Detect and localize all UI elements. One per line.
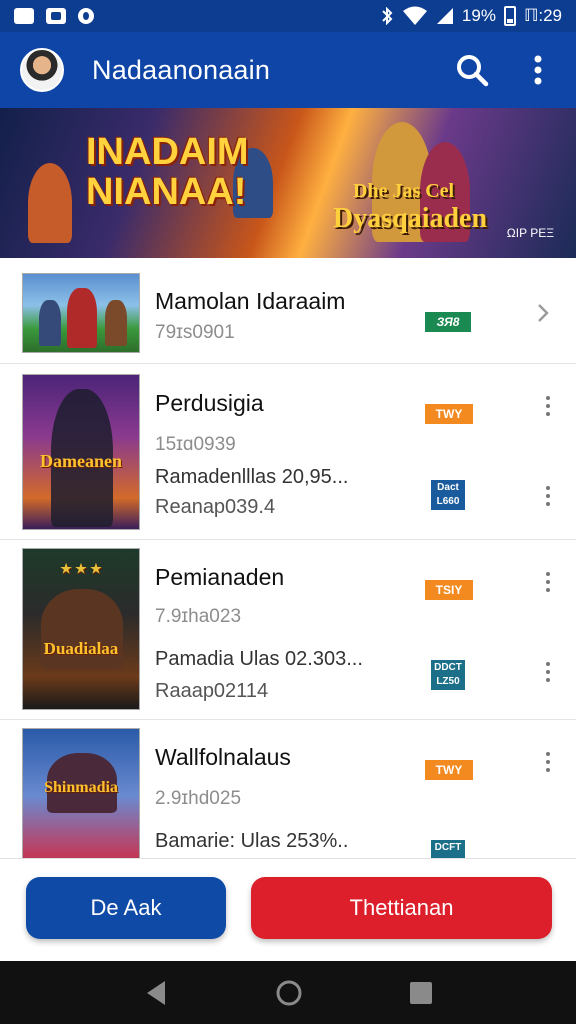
- character-image: [28, 163, 72, 243]
- more-vert-icon[interactable]: [540, 484, 556, 508]
- system-nav-bar: [0, 961, 576, 1024]
- search-icon[interactable]: [454, 52, 490, 88]
- game-list: Mamolan Idaraaim 79ɪs0901 ЗЯ8 Dameanen P…: [0, 258, 576, 858]
- app-bar: Nadaanonaain: [0, 32, 576, 108]
- item-subtitle: 2.9ɪhd025: [155, 788, 242, 809]
- game-thumbnail: Shinmadia: [22, 728, 140, 858]
- item-subtitle: 79ɪs0901: [155, 322, 235, 343]
- banner-corner-text: ΩΙΡ ΡΕΞ: [506, 226, 554, 240]
- primary-action-button[interactable]: De Aak: [26, 877, 226, 939]
- item-detail: Bamarie: Ulas 253%..: [155, 830, 349, 852]
- avatar[interactable]: [20, 48, 64, 92]
- notification-icon: [14, 8, 34, 24]
- clock: ℿ:29: [523, 6, 562, 25]
- game-thumbnail: [22, 273, 140, 353]
- battery-percent: 19%: [461, 6, 496, 25]
- action-bar: De Aak Thettianan: [0, 858, 576, 961]
- list-item[interactable]: Mamolan Idaraaim 79ɪs0901 ЗЯ8: [0, 258, 576, 364]
- more-vert-icon[interactable]: [540, 570, 556, 594]
- item-subtitle: 15ɪɑ0939: [155, 434, 236, 455]
- app-title: Nadaanonaain: [92, 54, 271, 85]
- promo-banner[interactable]: INADAIM NIANAA! Dhe Jas Cel Dyasqaiaden …: [0, 108, 576, 258]
- more-vert-icon[interactable]: [540, 394, 556, 418]
- danger-action-button[interactable]: Thettianan: [251, 877, 552, 939]
- list-item[interactable]: ★ ★ ★ Duadialaa Pemianaden 7.9ɪha023 Pam…: [0, 540, 576, 720]
- status-bar: 19% ℿ:29: [0, 0, 576, 32]
- status-badge: Dact L660: [431, 480, 465, 510]
- battery-icon: [503, 6, 516, 26]
- status-badge: TSIY: [425, 580, 473, 600]
- game-thumbnail: Dameanen: [22, 374, 140, 530]
- list-item[interactable]: Dameanen Perdusigia 15ɪɑ0939 Ramadenllla…: [0, 364, 576, 540]
- back-icon[interactable]: [143, 979, 169, 1007]
- chevron-right-icon[interactable]: [536, 303, 550, 323]
- item-detail: Raaap02114: [155, 680, 269, 702]
- item-title: Wallfolnalaus: [155, 744, 291, 770]
- more-vert-icon[interactable]: [520, 52, 556, 88]
- status-badge: TWY: [425, 404, 473, 424]
- list-item[interactable]: Shinmadia Wallfolnalaus 2.9ɪhd025 Bamari…: [0, 720, 576, 858]
- item-title: Pemianaden: [155, 564, 285, 590]
- status-badge: TWY: [425, 760, 473, 780]
- status-badge: DDCT LZ50: [431, 660, 465, 690]
- rating-badge: ЗЯ8: [425, 312, 471, 332]
- item-title: Mamolan Idaraaim: [155, 288, 346, 314]
- recents-icon[interactable]: [409, 981, 433, 1005]
- game-thumbnail: ★ ★ ★ Duadialaa: [22, 548, 140, 710]
- notification-icon: [78, 8, 94, 24]
- banner-game-logo: Dhe Jas Cel Dyasqaiaden: [333, 180, 488, 234]
- more-vert-icon[interactable]: [540, 660, 556, 684]
- wifi-icon: [402, 6, 427, 25]
- item-detail: Reanap039.4: [155, 496, 276, 518]
- banner-headline: INADAIM NIANAA!: [86, 131, 249, 213]
- more-vert-icon[interactable]: [540, 750, 556, 774]
- bluetooth-icon: [382, 7, 393, 25]
- home-icon[interactable]: [275, 979, 303, 1007]
- item-title: Perdusigia: [155, 390, 264, 416]
- signal-icon: [436, 8, 453, 24]
- item-subtitle: 7.9ɪha023: [155, 606, 242, 627]
- notification-icon: [46, 8, 66, 24]
- item-detail: Pamadia Ulas 02.303...: [155, 648, 363, 670]
- item-detail: Ramadenlllas 20,95...: [155, 466, 349, 488]
- status-badge: DCFT: [431, 840, 465, 858]
